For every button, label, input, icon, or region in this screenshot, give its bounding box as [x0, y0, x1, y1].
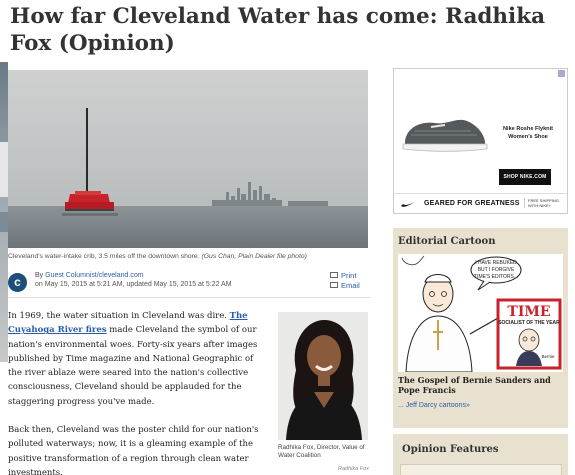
print-button[interactable]: Print — [330, 271, 366, 281]
speech-bubble-line-1: I HAVE REBUKED — [475, 260, 517, 266]
author-line: By Guest Columnist/cleveland.com — [35, 272, 144, 279]
editorial-cartoon-heading: Editorial Cartoon — [398, 236, 496, 247]
paragraph-1: In 1969, the water situation in Clevelan… — [8, 309, 260, 409]
magazine-cover-text: SOCIALIST OF THE YEAR — [498, 320, 560, 326]
byline-prefix: By — [35, 272, 44, 279]
shop-nike-button[interactable]: SHOP NIKE.COM — [499, 169, 551, 185]
editorial-cartoon-image[interactable]: I HAVE REBUKED BUT I FORGIVE TIME'S EDIT… — [398, 254, 563, 372]
ad-product-name: Nike Roshe Flyknit Women's Shoe — [502, 126, 554, 140]
portrait-caption: Radhika Fox, Director, Value of Water Co… — [278, 444, 365, 459]
byline-divider — [8, 297, 370, 298]
cartoon-title-link[interactable]: The Gospel of Bernie Sanders and Pope Fr… — [398, 375, 566, 395]
editorial-cartoon-module: Editorial Cartoon I HAVE REBUKED BUT I F… — [393, 228, 568, 428]
printer-icon — [330, 272, 338, 278]
water-intake-crib-photo[interactable] — [8, 70, 368, 248]
opinion-features-module: Opinion Features — [393, 434, 568, 475]
author-portrait[interactable] — [278, 312, 368, 440]
ad-footer: GEARED FOR GREATNESS FREE SHIPPING WITH … — [394, 193, 567, 213]
more-cartoons-link[interactable]: ... Jeff Darcy cartoons» — [398, 402, 470, 409]
cleveland-com-logo-icon: c — [8, 273, 27, 292]
opinion-features-heading: Opinion Features — [402, 444, 499, 455]
dateline: on May 15, 2015 at 5:21 AM, updated May … — [35, 281, 232, 288]
background-page-edge — [0, 62, 8, 362]
email-button[interactable]: Email — [330, 281, 366, 291]
photo-credit: (Gus Chan, Plain Dealer file photo) — [201, 253, 307, 260]
article-headline: How far Cleveland Water has come: Radhik… — [10, 4, 546, 56]
nike-advertisement[interactable]: Nike Roshe Flyknit Women's Shoe SHOP NIK… — [393, 68, 568, 214]
p1-intro: In 1969, the water situation in Clevelan… — [8, 311, 227, 321]
running-shoe-image — [402, 119, 488, 152]
author-link[interactable]: Guest Columnist/cleveland.com — [45, 272, 143, 279]
p1-rest: made Cleveland the symbol of our nation'… — [8, 325, 258, 407]
envelope-icon — [330, 282, 338, 288]
bernie-label: Bernie — [541, 354, 555, 359]
photo-caption: Cleveland's water-intake crib, 3.5 miles… — [8, 252, 370, 261]
article-actions: Print Email — [330, 271, 366, 291]
byline: c By Guest Columnist/cleveland.com on Ma… — [8, 270, 370, 294]
article-body: In 1969, the water situation in Clevelan… — [8, 309, 260, 475]
email-label: Email — [341, 281, 360, 290]
magazine-name: TIME — [507, 304, 550, 320]
ad-tagline: GEARED FOR GREATNESS — [424, 200, 520, 207]
opinion-features-list — [400, 464, 562, 475]
ad-shipping-note: FREE SHIPPING WITH NIKE+ — [524, 198, 567, 208]
speech-bubble-line-2: BUT I FORGIVE — [478, 267, 515, 273]
ad-choices-icon[interactable] — [558, 70, 565, 77]
print-label: Print — [341, 271, 357, 280]
nike-swoosh-icon — [401, 200, 419, 207]
paragraph-2: Back then, Cleveland was the poster chil… — [8, 425, 259, 475]
portrait-credit: Radhika Fox — [338, 466, 369, 472]
caption-text: Cleveland's water-intake crib, 3.5 miles… — [8, 253, 200, 260]
time-magazine-cover: TIME SOCIALIST OF THE YEAR Bernie — [496, 298, 562, 370]
speech-bubble-line-3: TIME'S EDITORS... — [474, 274, 518, 280]
